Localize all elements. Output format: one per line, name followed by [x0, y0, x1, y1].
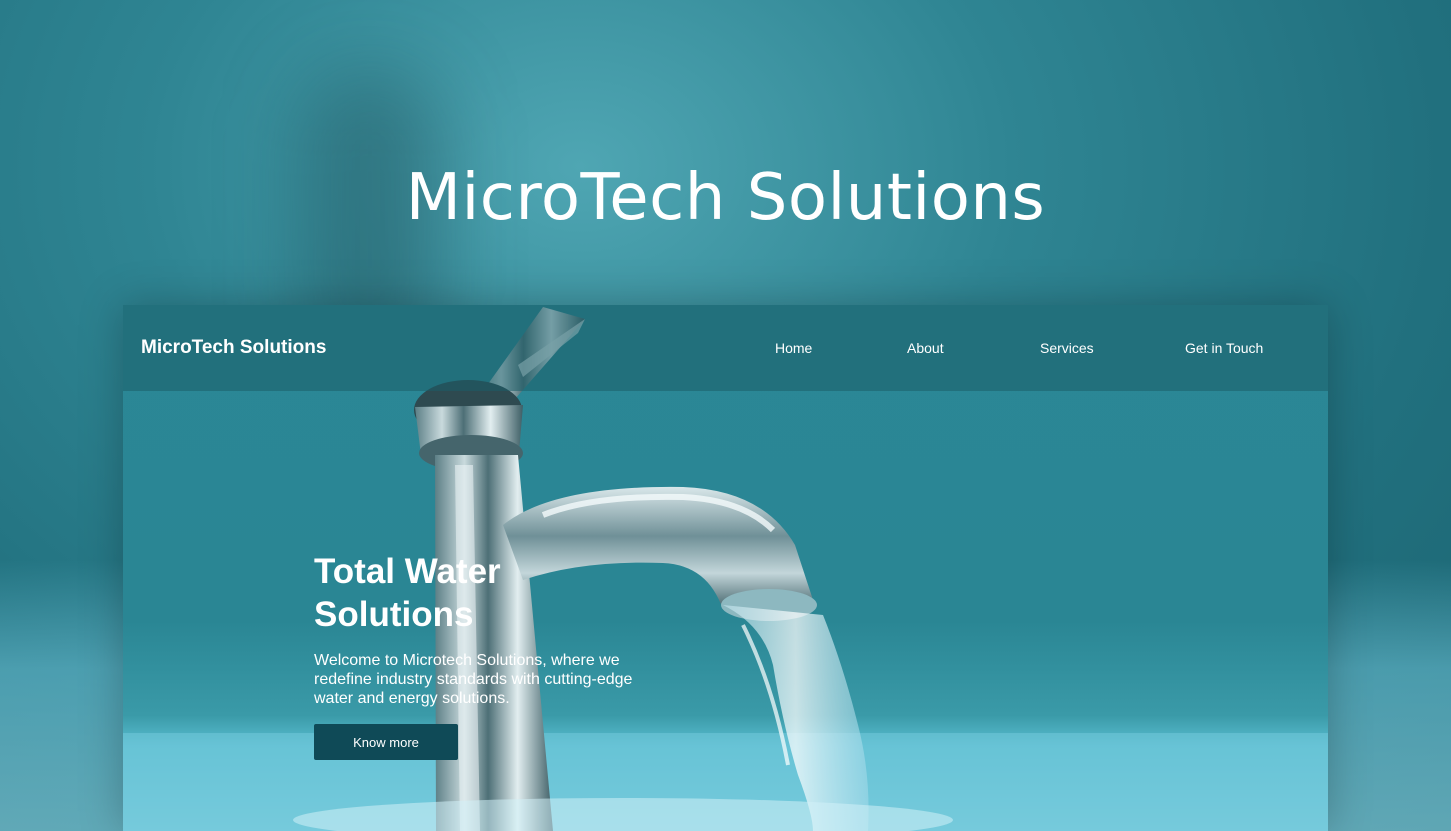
headline-line-2: Solutions [314, 595, 474, 634]
nav-services-link[interactable]: Services [1040, 340, 1094, 356]
site-logo[interactable]: MicroTech Solutions [141, 337, 326, 359]
website-preview: MicroTech Solutions Home About Services … [123, 305, 1328, 831]
hero-description: Welcome to Microtech Solutions, where we… [314, 652, 633, 707]
site-navbar: MicroTech Solutions Home About Services … [123, 305, 1328, 391]
know-more-button[interactable]: Know more [314, 724, 458, 760]
headline-line-1: Total Water [314, 552, 501, 591]
nav-contact-link[interactable]: Get in Touch [1185, 340, 1263, 356]
nav-about-link[interactable]: About [907, 340, 944, 356]
nav-home-link[interactable]: Home [775, 340, 812, 356]
hero-headline: Total Water Solutions [314, 550, 654, 636]
page-title: MicroTech Solutions [405, 160, 1046, 235]
